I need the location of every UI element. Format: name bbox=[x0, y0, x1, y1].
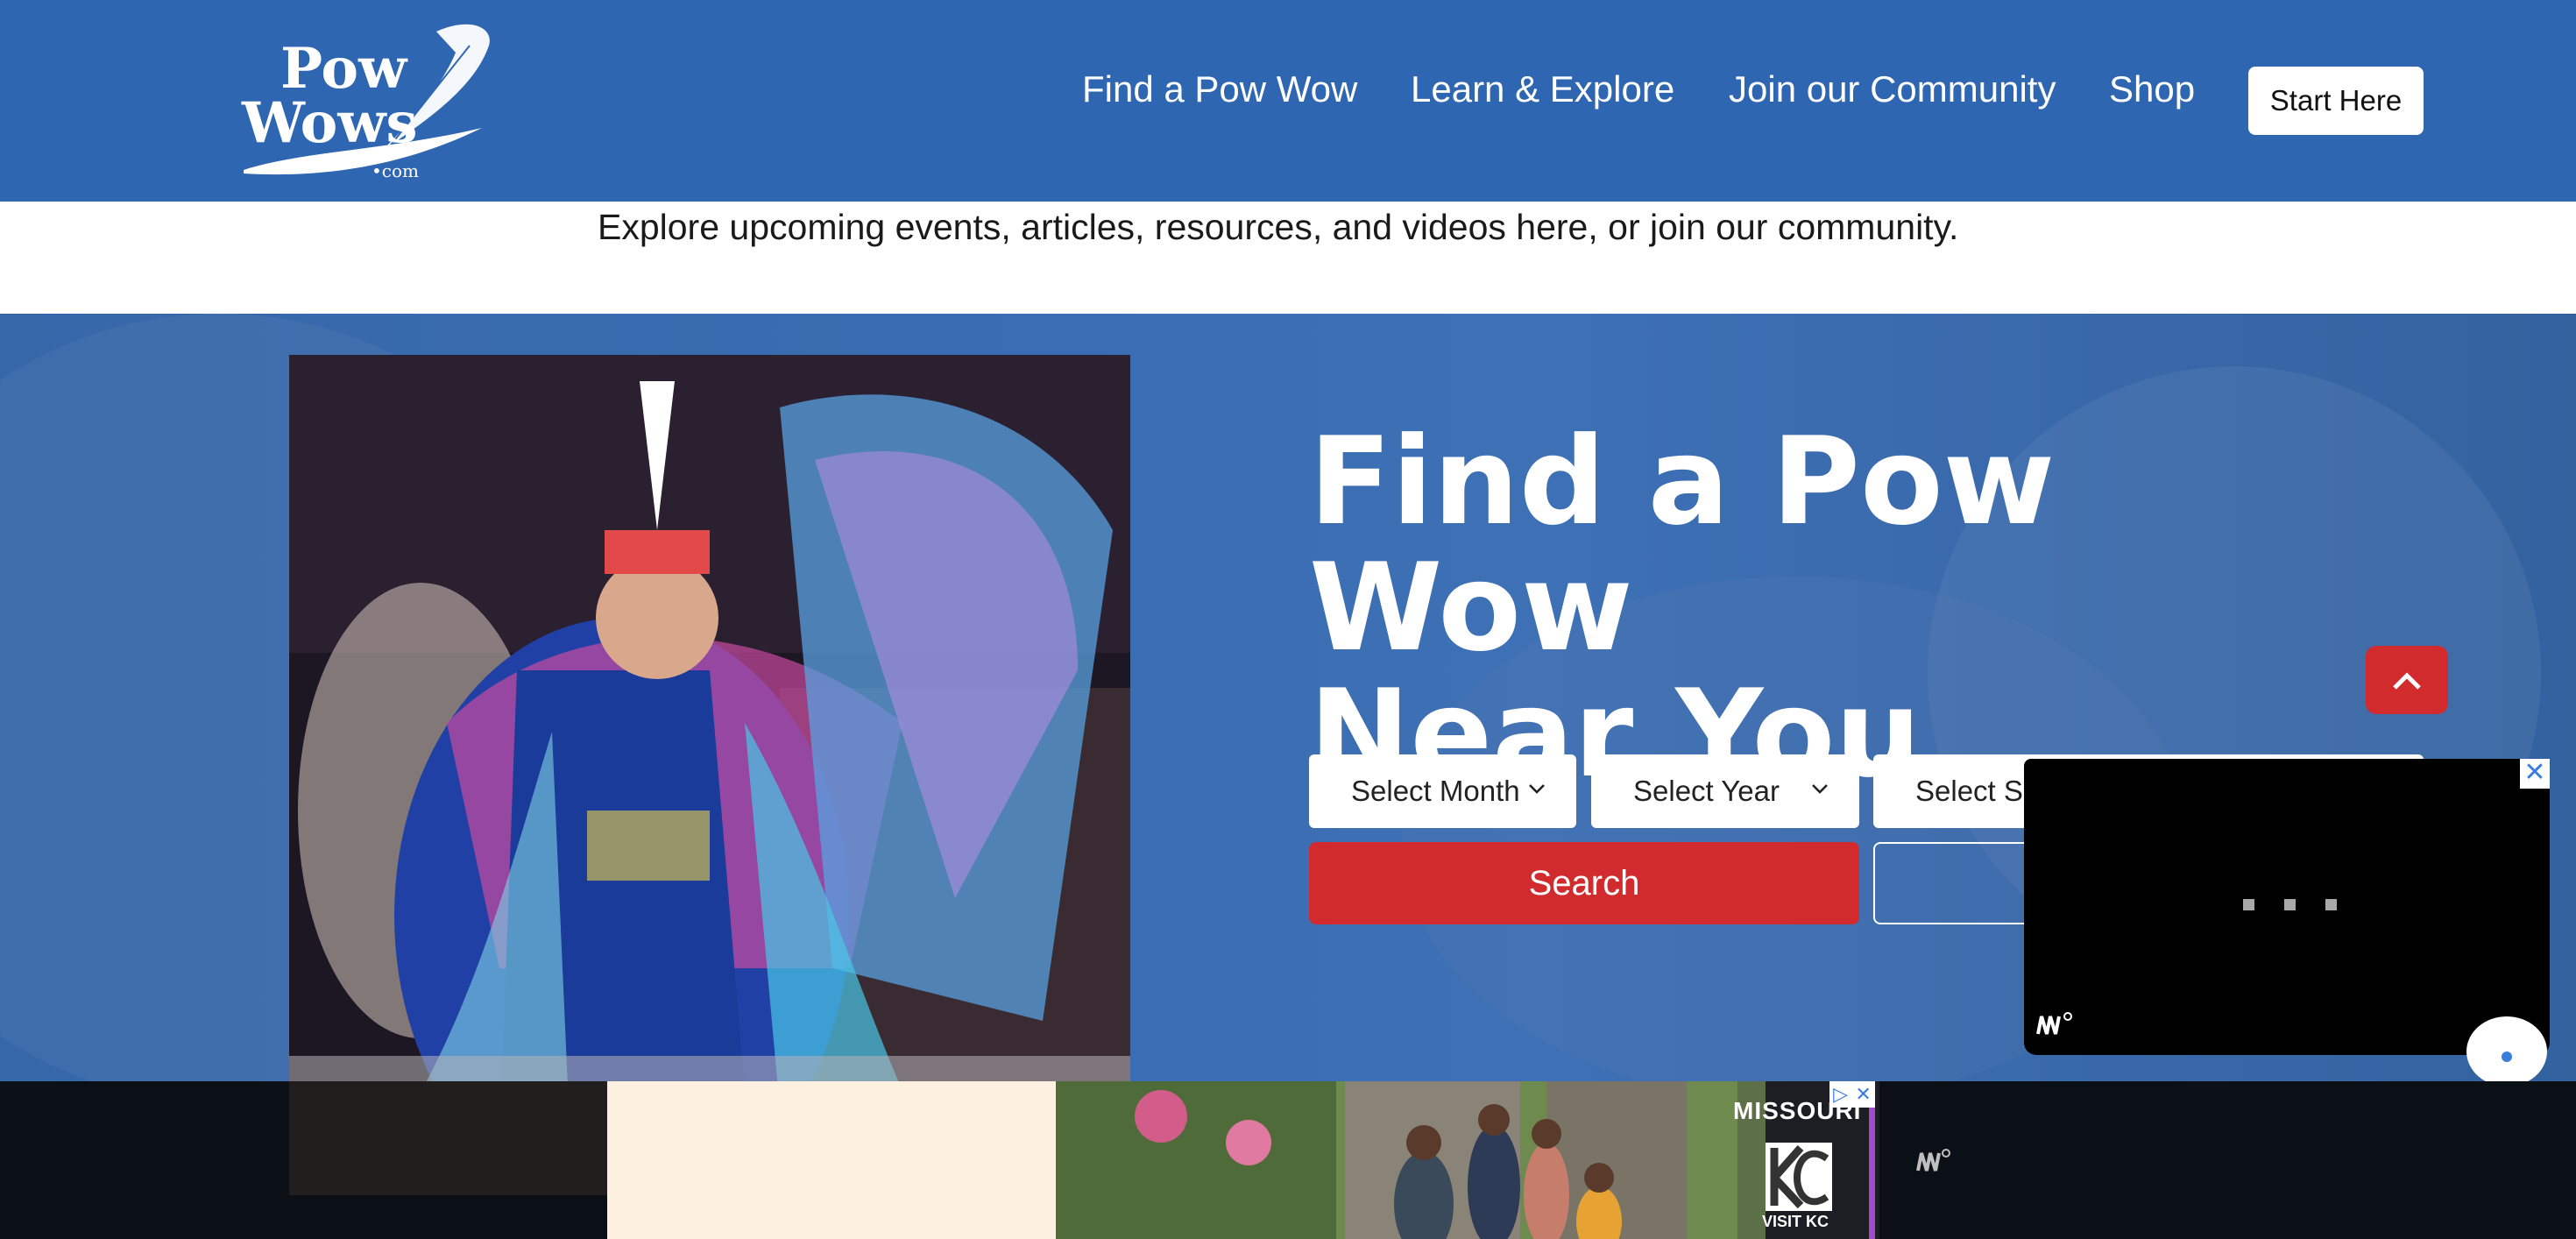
svg-text:•com: •com bbox=[372, 160, 419, 181]
ad-blank-panel bbox=[607, 1081, 1056, 1239]
select-month-label: Select Month bbox=[1351, 775, 1520, 807]
nav-find-a-pow-wow[interactable]: Find a Pow Wow bbox=[1082, 68, 1357, 110]
kc-logo-icon bbox=[1766, 1143, 1832, 1211]
ad-choices-icon[interactable]: ▷ bbox=[1833, 1083, 1848, 1106]
logo-graphic: Pow Wows •com bbox=[241, 24, 490, 181]
close-icon[interactable]: ✕ bbox=[2520, 759, 2550, 789]
nav-shop[interactable]: Shop bbox=[2109, 68, 2195, 110]
ad-network-logo-icon bbox=[1916, 1149, 1950, 1172]
powwows-logo[interactable]: Pow Wows •com bbox=[235, 19, 498, 182]
dancer-photo bbox=[289, 355, 1130, 1196]
tagline-text: Explore upcoming events, articles, resou… bbox=[598, 207, 1959, 247]
ad-brand-bottom-text: VISIT KC bbox=[1762, 1213, 1829, 1230]
video-ad-player[interactable]: ✕ bbox=[2024, 759, 2550, 1055]
close-icon[interactable]: ✕ bbox=[1855, 1083, 1871, 1106]
start-here-button[interactable]: Start Here bbox=[2248, 67, 2424, 135]
nav-join-community[interactable]: Join our Community bbox=[1729, 68, 2056, 110]
select-month[interactable]: Select Month bbox=[1309, 754, 1576, 828]
svg-text:Wows: Wows bbox=[241, 90, 417, 156]
site-header: Pow Wows •com Find a Pow Wow Learn & Exp… bbox=[0, 0, 2576, 202]
chevron-down-icon bbox=[1529, 784, 1545, 794]
loading-dots bbox=[2243, 899, 2337, 910]
search-button[interactable]: Search bbox=[1309, 842, 1859, 924]
visit-kc-ad[interactable]: MISSOURI VISIT KC ▷ ✕ bbox=[607, 1081, 1879, 1239]
chat-widget-button[interactable] bbox=[2466, 1016, 2547, 1087]
select-state-label: Select S bbox=[1915, 775, 2023, 807]
chevron-down-icon bbox=[1812, 784, 1828, 794]
player-logo-icon bbox=[2036, 1012, 2072, 1035]
select-year[interactable]: Select Year bbox=[1591, 754, 1859, 828]
ad-family-photo bbox=[1056, 1081, 1766, 1239]
photo-overflow-strip bbox=[289, 1081, 607, 1195]
ad-choices-badge[interactable]: ▷ ✕ bbox=[1829, 1081, 1875, 1108]
nav-learn-explore[interactable]: Learn & Explore bbox=[1411, 68, 1674, 110]
select-year-label: Select Year bbox=[1633, 775, 1780, 807]
chevron-up-icon bbox=[2393, 672, 2421, 690]
chat-indicator-icon bbox=[2502, 1051, 2512, 1062]
hero-title-line1: Find a Pow Wow bbox=[1309, 411, 2056, 678]
scroll-to-top-button[interactable] bbox=[2366, 646, 2448, 714]
hero-title: Find a Pow Wow Near You bbox=[1309, 419, 2360, 797]
